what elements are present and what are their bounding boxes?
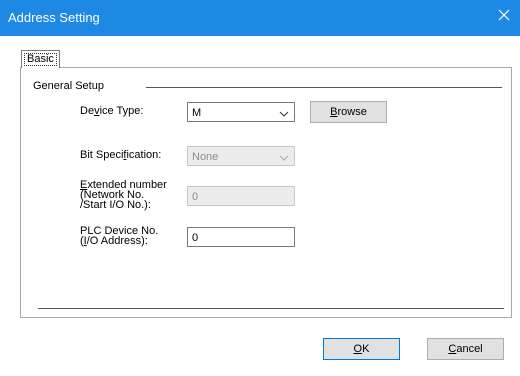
bit-specification-select[interactable]: None	[187, 146, 295, 166]
window-title: Address Setting	[8, 10, 100, 25]
extended-number-label: Extended number (Network No. /Start I/O …	[80, 179, 167, 211]
group-divider-bottom	[38, 308, 504, 309]
tab-basic[interactable]: Basic	[21, 50, 60, 68]
browse-button[interactable]: Browse	[310, 101, 387, 123]
extended-number-field[interactable]: 0	[187, 186, 295, 206]
group-label: General Setup	[33, 80, 104, 92]
bit-specification-value: None	[192, 151, 219, 163]
device-type-value: M	[192, 107, 202, 119]
group-divider-top	[146, 87, 502, 88]
device-type-select[interactable]: M	[187, 102, 295, 122]
close-icon[interactable]	[496, 7, 512, 23]
cancel-button[interactable]: Cancel	[427, 338, 504, 360]
ok-button[interactable]: OK	[323, 338, 400, 360]
plc-device-no-label: PLC Device No. (I/O Address):	[80, 225, 159, 247]
device-type-label: Device Type:	[80, 105, 144, 117]
dialog-client: Basic General Setup Device Type: M Brows…	[0, 36, 520, 376]
title-bar: Address Setting	[0, 0, 520, 36]
chevron-down-icon	[279, 109, 289, 117]
chevron-down-icon	[279, 153, 289, 161]
plc-device-no-value: 0	[192, 232, 199, 244]
tab-basic-label: Basic	[27, 53, 54, 65]
plc-device-no-field[interactable]: 0	[187, 227, 295, 247]
bit-specification-label: Bit Specification:	[80, 149, 162, 161]
extended-number-value: 0	[192, 191, 199, 203]
tab-panel: General Setup Device Type: M Browse Bit …	[20, 67, 512, 318]
